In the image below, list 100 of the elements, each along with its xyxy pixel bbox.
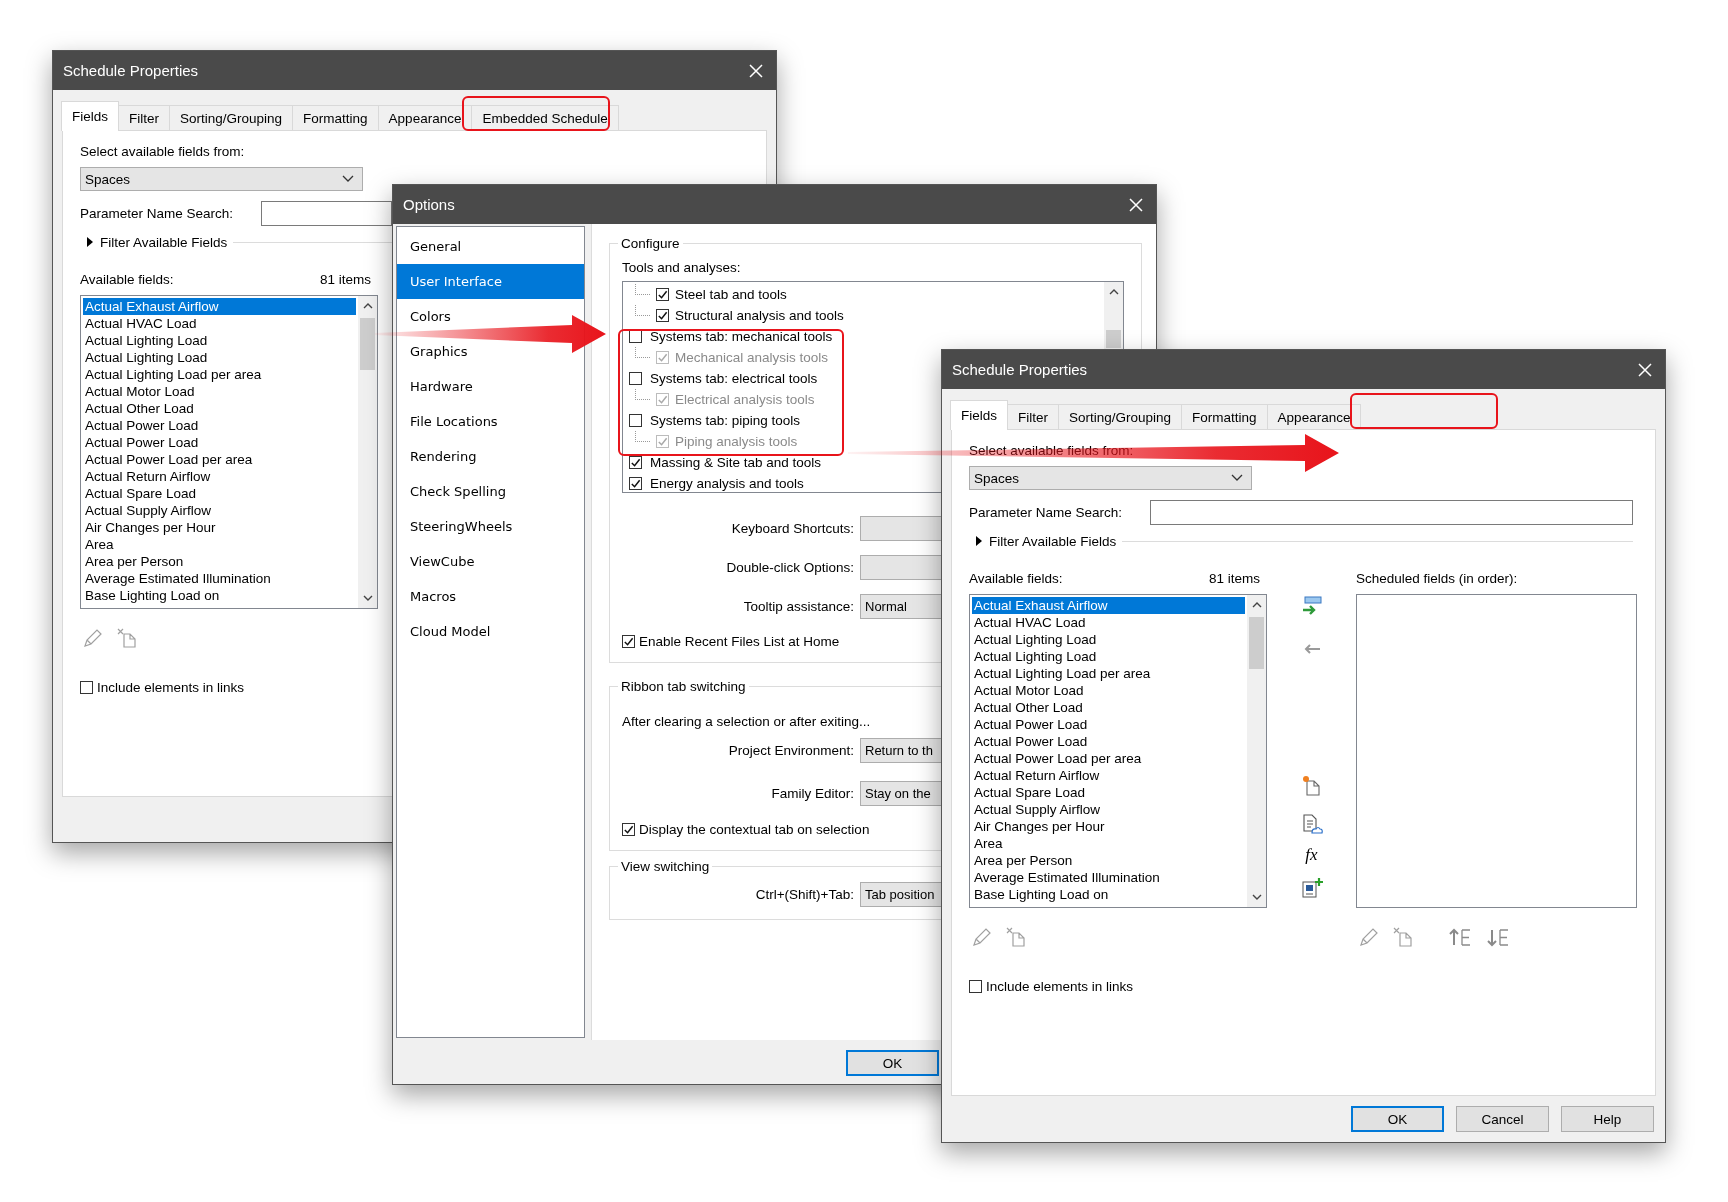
checkbox[interactable] (80, 680, 93, 694)
list-item[interactable]: Area per Person (972, 852, 1245, 869)
list-item[interactable]: Actual Power Load (83, 417, 356, 434)
checkbox-label[interactable]: Display the contextual tab on selection (639, 821, 870, 837)
close-icon[interactable] (1637, 361, 1653, 378)
tab[interactable]: Embedded Schedule (471, 105, 619, 130)
checkbox-label[interactable]: Enable Recent Files List at Home (639, 633, 840, 649)
search-field[interactable] (1150, 500, 1633, 525)
page-cross-icon[interactable] (1005, 926, 1027, 948)
ok-button[interactable]: OK (846, 1050, 939, 1076)
chevron-down-icon[interactable] (362, 594, 373, 602)
list-item[interactable]: Actual Exhaust Airflow (83, 298, 356, 315)
list-item[interactable]: Air Changes per Hour (972, 818, 1245, 835)
list-item[interactable]: Base Lighting Load on (972, 886, 1245, 903)
nav-item[interactable]: SteeringWheels (397, 519, 526, 534)
tree-item-label[interactable]: Systems tab: mechanical tools (650, 329, 833, 344)
pencil-icon[interactable] (82, 627, 104, 649)
tree-item-label[interactable]: Steel tab and tools (675, 287, 787, 302)
chevron-up-icon[interactable] (362, 302, 373, 310)
checkbox[interactable] (622, 822, 635, 836)
list-item[interactable]: Area (83, 536, 356, 553)
list-item[interactable]: Actual Spare Load (83, 485, 356, 502)
checkbox[interactable] (969, 979, 982, 993)
list-item[interactable]: Actual Lighting Load per area (972, 665, 1245, 682)
list-item[interactable]: Actual Motor Load (972, 682, 1245, 699)
dropdown[interactable]: Tab position (860, 882, 942, 907)
list-item[interactable]: Actual Lighting Load (972, 631, 1245, 648)
checkbox[interactable] (629, 456, 642, 469)
new-page-icon[interactable] (1300, 775, 1323, 797)
list-item[interactable]: Air Changes per Hour (83, 519, 356, 536)
page-cross-icon[interactable] (1392, 926, 1414, 948)
list-item[interactable]: Actual Supply Airflow (972, 801, 1245, 818)
list-item[interactable]: Actual Power Load (972, 716, 1245, 733)
dropdown[interactable]: Stay on the (860, 781, 942, 806)
tab[interactable]: Fields (61, 101, 119, 131)
nav-item[interactable]: Check Spelling (397, 484, 519, 499)
nav-item[interactable]: Rendering (397, 449, 490, 464)
checkbox[interactable] (656, 288, 669, 301)
dropdown[interactable]: Spaces (80, 167, 363, 191)
tab[interactable]: Appearance (1266, 404, 1362, 429)
tab[interactable]: Fields (950, 400, 1008, 430)
pencil-icon[interactable] (971, 926, 993, 948)
caret-icon[interactable] (86, 237, 94, 247)
dialog-button[interactable]: Help (1561, 1106, 1654, 1132)
checkbox[interactable] (629, 414, 642, 427)
list-item[interactable]: Actual Power Load (83, 434, 356, 451)
checkbox[interactable] (622, 634, 635, 648)
scrollbar[interactable] (1247, 595, 1266, 907)
list-item[interactable]: Actual Lighting Load (83, 349, 356, 366)
list-item[interactable]: Actual Lighting Load per area (83, 366, 356, 383)
checkbox-label[interactable]: Include elements in links (986, 978, 1134, 994)
list-item[interactable]: Actual Other Load (83, 400, 356, 417)
close-icon[interactable] (748, 62, 764, 79)
expander-label[interactable]: Filter Available Fields (989, 533, 1117, 549)
tree-item-label[interactable]: Energy analysis and tools (650, 476, 804, 491)
scroll-thumb[interactable] (1106, 330, 1121, 348)
nav-item[interactable]: Graphics (397, 344, 481, 359)
scroll-thumb[interactable] (360, 318, 375, 370)
nav-item[interactable]: Macros (397, 589, 470, 604)
list-item[interactable]: Actual Return Airflow (83, 468, 356, 485)
chevron-up-icon[interactable] (1251, 601, 1262, 609)
caret-icon[interactable] (975, 536, 983, 546)
dropdown[interactable]: Return to th (860, 738, 942, 763)
chevron-up-icon[interactable] (1108, 288, 1119, 296)
dialog-button[interactable]: OK (1351, 1106, 1444, 1132)
nav-item[interactable]: Cloud Model (397, 624, 504, 639)
list-item[interactable]: Base Lighting Load on (83, 587, 356, 604)
expander-label[interactable]: Filter Available Fields (100, 234, 228, 250)
list-item[interactable]: Actual Exhaust Airflow (972, 597, 1245, 614)
list-item[interactable]: Actual Power Load per area (972, 750, 1245, 767)
checkbox[interactable] (656, 309, 669, 322)
list-item[interactable]: Average Estimated Illumination (972, 869, 1245, 886)
list-item[interactable]: Actual Other Load (972, 699, 1245, 716)
page-plus-icon[interactable] (1299, 877, 1324, 899)
search-field[interactable] (261, 201, 392, 226)
nav-item[interactable]: ViewCube (397, 554, 488, 569)
nav-item[interactable]: Colors (397, 309, 464, 324)
tree-item-label[interactable]: Systems tab: piping tools (650, 413, 801, 428)
page-cross-icon[interactable] (116, 627, 138, 649)
list-item[interactable]: Actual Power Load (972, 733, 1245, 750)
checkbox[interactable] (629, 477, 642, 490)
list-item[interactable]: Average Estimated Illumination (83, 570, 356, 587)
dropdown[interactable]: Spaces (969, 466, 1252, 490)
list-item[interactable]: Actual Power Load per area (83, 451, 356, 468)
scroll-thumb[interactable] (1249, 617, 1264, 669)
list-item[interactable]: Area per Person (83, 553, 356, 570)
chevron-down-icon[interactable] (1251, 893, 1262, 901)
list-item[interactable]: Actual HVAC Load (972, 614, 1245, 631)
nav-item[interactable]: Hardware (397, 379, 486, 394)
list-item[interactable]: Area (972, 835, 1245, 852)
pencil-icon[interactable] (1358, 926, 1380, 948)
add-arrow-icon[interactable] (1300, 595, 1323, 617)
nav-item[interactable]: File Locations (397, 414, 511, 429)
scrollbar[interactable] (358, 296, 377, 608)
list-item[interactable]: Actual HVAC Load (83, 315, 356, 332)
checkbox-label[interactable]: Include elements in links (97, 679, 245, 695)
tree-item-label[interactable]: Massing & Site tab and tools (650, 455, 822, 470)
nav-item[interactable]: General (397, 239, 475, 254)
dropdown[interactable]: Normal (860, 594, 942, 619)
checkbox[interactable] (629, 372, 642, 385)
